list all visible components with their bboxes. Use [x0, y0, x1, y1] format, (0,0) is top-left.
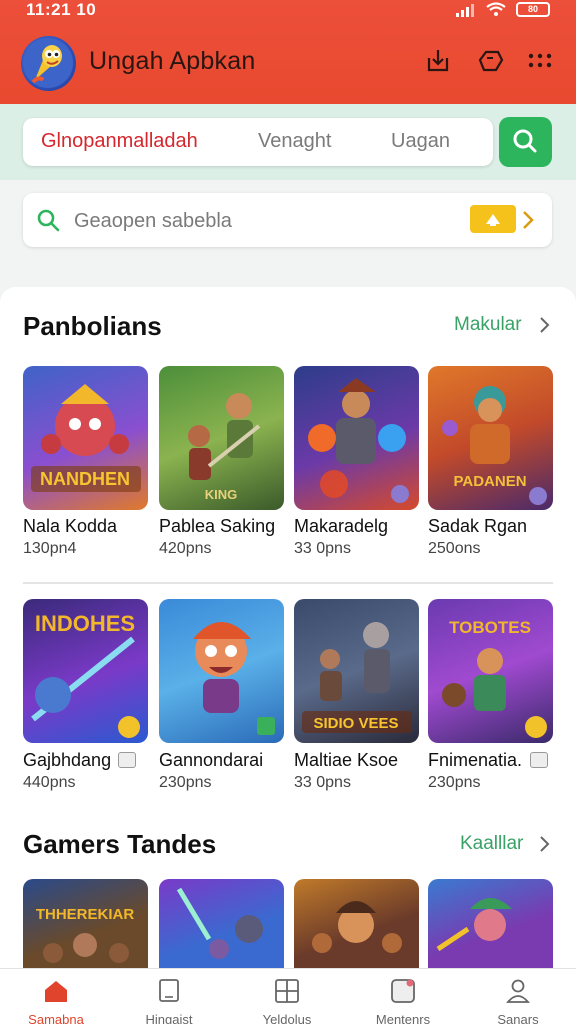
game-plays: 420pns	[159, 540, 212, 557]
game-art: INDOHES	[31, 611, 140, 738]
status-time: 11:21 10	[26, 0, 97, 19]
nav-label: Mentenrs	[375, 1012, 431, 1024]
grid-icon	[275, 979, 299, 1003]
section-more-link[interactable]: Kaalllar	[460, 833, 523, 855]
game-art	[436, 898, 512, 952]
game-art: PADANEN	[442, 386, 547, 505]
game-art: TOBOTES	[442, 618, 547, 738]
voice-search-button[interactable]	[470, 205, 516, 233]
pixel-badge-icon	[530, 752, 548, 768]
game-name[interactable]: Maltiae Ksoe	[294, 750, 398, 771]
game-art: THHEREKIAR	[36, 906, 135, 963]
game-plays: 250ons	[428, 540, 481, 557]
game-art	[308, 378, 409, 503]
game-thumbnail[interactable]	[159, 599, 284, 743]
game-thumbnail[interactable]	[294, 366, 419, 510]
game-name[interactable]: Nala Kodda	[23, 516, 117, 537]
nav-label: Yeldolus	[262, 1012, 312, 1024]
game-art-text: TOBOTES	[449, 618, 531, 637]
game-art-text: THHEREKIAR	[36, 906, 135, 923]
game-thumbnail[interactable]: SIDIO VEES	[294, 599, 419, 743]
tab-second[interactable]: Venaght	[258, 130, 331, 153]
game-art-text: INDOHES	[35, 611, 135, 636]
section-title: Gamers Tandes	[23, 829, 217, 859]
game-thumbnail[interactable]	[159, 879, 284, 968]
more-menu-icon[interactable]	[526, 46, 554, 74]
share-icon[interactable]	[476, 46, 504, 74]
game-name[interactable]: Gajbhdang	[23, 750, 111, 771]
search-icon	[37, 209, 60, 232]
chevron-right-icon[interactable]	[538, 835, 552, 853]
section-more-link[interactable]: Makular	[454, 314, 522, 336]
game-name[interactable]: Fnimenatia.	[428, 750, 522, 771]
battery-icon: 80	[516, 2, 550, 17]
divider	[23, 582, 553, 584]
pixel-badge-icon	[118, 752, 136, 768]
profile-icon	[506, 979, 530, 1003]
game-art	[312, 901, 402, 953]
game-thumbnail[interactable]	[428, 879, 553, 968]
game-name[interactable]: Pablea Saking	[159, 516, 275, 537]
game-name[interactable]: Gannondarai	[159, 750, 263, 771]
nav-label: Samabna	[28, 1012, 84, 1024]
game-thumbnail[interactable]: INDOHES	[23, 599, 148, 743]
game-plays: 440pns	[23, 774, 76, 791]
cellular-signal-icon	[456, 3, 476, 17]
status-bar: 11:21 10 80	[0, 0, 576, 22]
nav-item-profile[interactable]: Sanars	[473, 968, 563, 1024]
game-name[interactable]: Sadak Rgan	[428, 516, 527, 537]
game-art: KING	[188, 393, 261, 502]
game-thumbnail[interactable]: PADANEN	[428, 366, 553, 510]
tab-third[interactable]: Uagan	[391, 130, 450, 153]
mic-icon	[486, 214, 500, 226]
game-thumbnail[interactable]: NANDHEN	[23, 366, 148, 510]
game-thumbnail[interactable]: KING	[159, 366, 284, 510]
game-thumbnail[interactable]: TOBOTES	[428, 599, 553, 743]
game-art-text: KING	[205, 487, 238, 502]
chevron-right-icon[interactable]	[521, 209, 535, 231]
search-icon	[513, 129, 537, 153]
game-art	[193, 622, 275, 735]
status-icons: 80	[456, 2, 550, 17]
nav-item-home[interactable]: Samabna	[11, 968, 101, 1024]
game-name[interactable]: Makaradelg	[294, 516, 388, 537]
game-plays: 33 0pns	[294, 774, 351, 791]
nav-item-fourth[interactable]: Mentenrs	[358, 968, 448, 1024]
nav-label: Sanars	[497, 1012, 539, 1024]
game-art-text: NANDHEN	[40, 469, 130, 489]
game-plays: 130pn4	[23, 540, 77, 557]
tab-primary[interactable]: Glnopanmalladah	[41, 130, 198, 153]
download-icon[interactable]	[424, 46, 452, 74]
search-button[interactable]	[499, 117, 552, 167]
nav-item-third[interactable]: Yeldolus	[242, 968, 332, 1024]
game-art-text: PADANEN	[453, 473, 526, 490]
search-input[interactable]	[74, 208, 454, 234]
app-title: Ungah Apbkan	[89, 47, 256, 75]
game-art	[176, 887, 263, 959]
section-title: Panbolians	[23, 311, 162, 341]
game-plays: 230pns	[428, 774, 481, 791]
game-art: NANDHEN	[31, 384, 141, 492]
game-art-text: SIDIO VEES	[313, 715, 398, 732]
game-plays: 230pns	[159, 774, 212, 791]
game-art: SIDIO VEES	[302, 622, 412, 733]
game-thumbnail[interactable]: THHEREKIAR	[23, 879, 148, 968]
tablet-icon	[159, 979, 179, 1002]
rocket-mascot-icon	[23, 38, 73, 88]
game-plays: 33 0pns	[294, 540, 351, 557]
chevron-right-icon[interactable]	[538, 316, 552, 334]
home-icon	[45, 981, 67, 1002]
notification-icon	[391, 979, 415, 1003]
nav-label: Hingaist	[145, 1012, 193, 1024]
nav-item-second[interactable]: Hingaist	[124, 968, 214, 1024]
app-logo[interactable]	[21, 36, 76, 91]
game-thumbnail[interactable]	[294, 879, 419, 968]
wifi-icon	[486, 2, 506, 16]
